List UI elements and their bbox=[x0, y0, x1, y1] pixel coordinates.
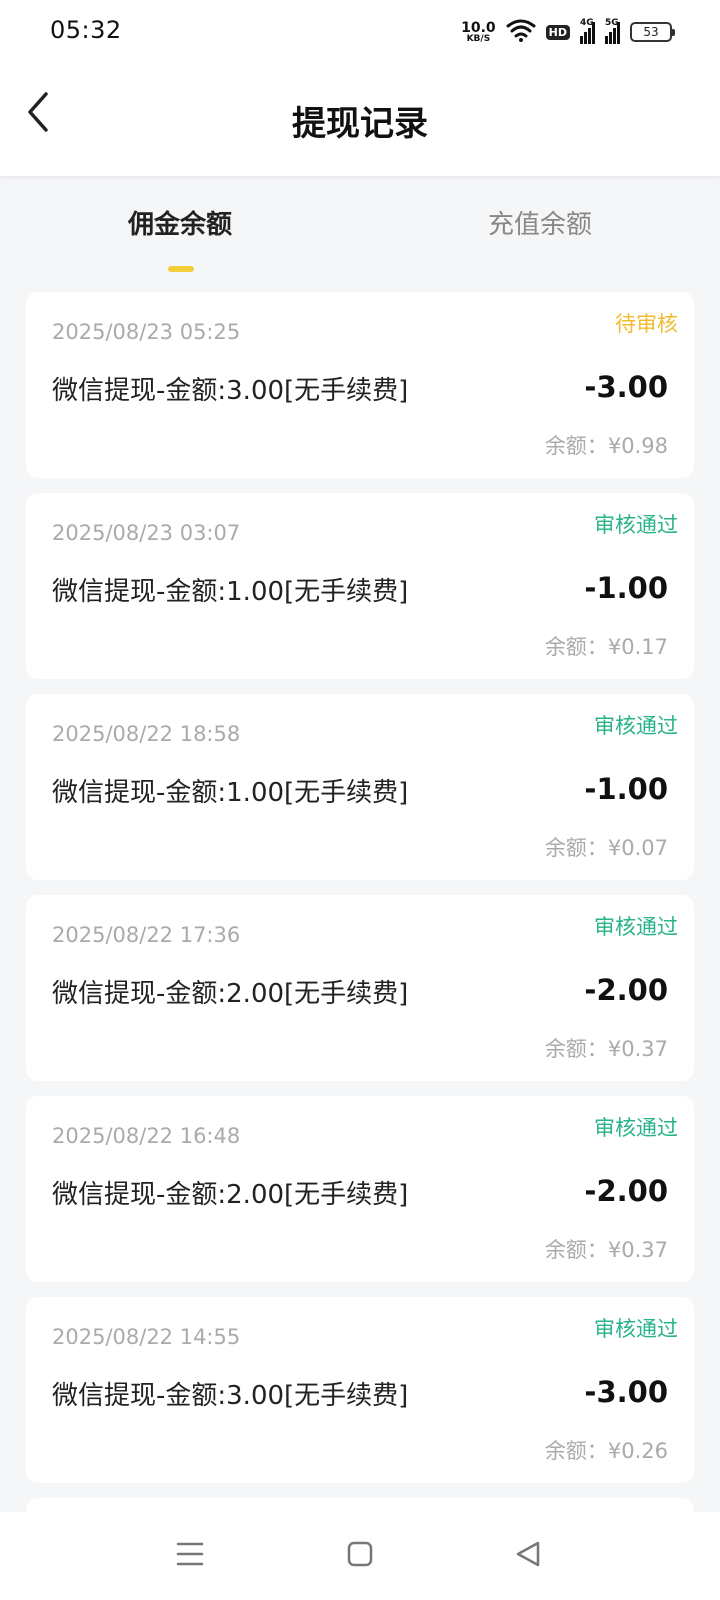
record-balance: 余额：¥0.17 bbox=[544, 635, 668, 659]
record-balance: 余额：¥0.07 bbox=[544, 836, 668, 860]
battery-icon: 53 bbox=[630, 22, 675, 42]
header: 提现记录 bbox=[0, 64, 720, 176]
record-date: 2025/08/22 16:48 bbox=[52, 1124, 241, 1148]
record-balance: 余额：¥0.37 bbox=[544, 1238, 668, 1262]
record-amount: -3.00 bbox=[584, 370, 668, 404]
page-title: 提现记录 bbox=[292, 104, 428, 144]
record-balance: 余额：¥0.37 bbox=[544, 1037, 668, 1061]
record-date: 2025/08/22 14:55 bbox=[52, 1325, 241, 1349]
nav-menu-button[interactable] bbox=[168, 1534, 212, 1578]
battery-level: 53 bbox=[643, 25, 659, 39]
record-status: 审核通过 bbox=[594, 714, 678, 738]
record-card[interactable]: 2025/08/23 05:25 待审核 微信提现-金额:3.00[无手续费] … bbox=[26, 292, 694, 478]
record-date: 2025/08/22 17:36 bbox=[52, 923, 241, 947]
record-status: 审核通过 bbox=[594, 1116, 678, 1140]
record-amount: -1.00 bbox=[584, 772, 668, 806]
nav-home-button[interactable] bbox=[338, 1534, 382, 1578]
back-triangle-icon bbox=[514, 1540, 542, 1572]
record-balance: 余额：¥0.98 bbox=[544, 434, 668, 458]
tab-commission-balance[interactable]: 佣金余额 bbox=[60, 204, 300, 241]
record-amount: -3.00 bbox=[584, 1375, 668, 1409]
wifi-icon bbox=[506, 18, 536, 46]
record-description: 微信提现-金额:1.00[无手续费] bbox=[52, 577, 409, 607]
record-description: 微信提现-金额:1.00[无手续费] bbox=[52, 778, 409, 808]
status-bar: 05:32 10.0 KB/S HD 4G 5G 53 bbox=[0, 0, 720, 64]
signal-4g-icon: 4G bbox=[580, 18, 595, 44]
network-speed: 10.0 KB/S bbox=[461, 21, 496, 44]
record-card[interactable]: 2025/08/22 18:58 审核通过 微信提现-金额:1.00[无手续费]… bbox=[26, 694, 694, 880]
record-status: 审核通过 bbox=[594, 915, 678, 939]
record-description: 微信提现-金额:3.00[无手续费] bbox=[52, 1381, 409, 1411]
record-card[interactable]: 2025/08/22 16:48 审核通过 微信提现-金额:2.00[无手续费]… bbox=[26, 1096, 694, 1282]
record-description: 微信提现-金额:2.00[无手续费] bbox=[52, 979, 409, 1009]
tab-recharge-balance[interactable]: 充值余额 bbox=[420, 204, 660, 241]
record-balance: 余额：¥0.26 bbox=[544, 1439, 668, 1463]
signal-5g-icon: 5G bbox=[605, 18, 620, 44]
record-status: 待审核 bbox=[615, 312, 678, 336]
balance-tabs: 佣金余额 充值余额 bbox=[0, 176, 720, 286]
menu-icon bbox=[176, 1541, 204, 1571]
status-icons: 10.0 KB/S HD 4G 5G 53 bbox=[461, 16, 675, 48]
nav-back-button[interactable] bbox=[506, 1534, 550, 1578]
record-date: 2025/08/22 18:58 bbox=[52, 722, 241, 746]
signal-5g-label: 5G bbox=[605, 18, 619, 28]
record-date: 2025/08/23 05:25 bbox=[52, 320, 241, 344]
record-card[interactable]: 2025/08/23 03:07 审核通过 微信提现-金额:1.00[无手续费]… bbox=[26, 493, 694, 679]
record-amount: -1.00 bbox=[584, 571, 668, 605]
network-speed-unit: KB/S bbox=[466, 33, 491, 44]
active-tab-indicator bbox=[168, 266, 194, 272]
withdrawal-record-list: 2025/08/23 05:25 待审核 微信提现-金额:3.00[无手续费] … bbox=[26, 292, 694, 1533]
record-card[interactable]: 2025/08/22 17:36 审核通过 微信提现-金额:2.00[无手续费]… bbox=[26, 895, 694, 1081]
home-square-icon bbox=[346, 1540, 374, 1572]
record-description: 微信提现-金额:3.00[无手续费] bbox=[52, 376, 409, 406]
hd-icon: HD bbox=[545, 24, 570, 40]
record-status: 审核通过 bbox=[594, 1317, 678, 1341]
record-description: 微信提现-金额:2.00[无手续费] bbox=[52, 1180, 409, 1210]
record-amount: -2.00 bbox=[584, 1174, 668, 1208]
network-speed-value: 10.0 bbox=[461, 19, 496, 36]
status-time: 05:32 bbox=[50, 16, 122, 44]
record-amount: -2.00 bbox=[584, 973, 668, 1007]
record-date: 2025/08/23 03:07 bbox=[52, 521, 241, 545]
signal-4g-label: 4G bbox=[580, 18, 594, 28]
record-card[interactable]: 2025/08/22 14:55 审核通过 微信提现-金额:3.00[无手续费]… bbox=[26, 1297, 694, 1483]
record-status: 审核通过 bbox=[594, 513, 678, 537]
system-nav-bar bbox=[0, 1512, 720, 1600]
